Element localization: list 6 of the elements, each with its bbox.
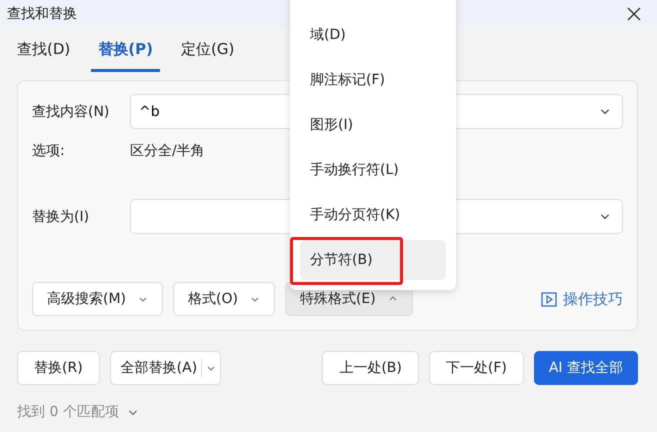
- options-label: 选项:: [32, 142, 66, 160]
- find-label: 查找内容(N): [32, 102, 110, 120]
- window-title: 查找和替换: [7, 5, 77, 23]
- match-count: 找到 0 个匹配项: [17, 403, 119, 421]
- options-value: 区分全/半角: [130, 142, 205, 160]
- replace-label: 替换为(I): [32, 208, 90, 226]
